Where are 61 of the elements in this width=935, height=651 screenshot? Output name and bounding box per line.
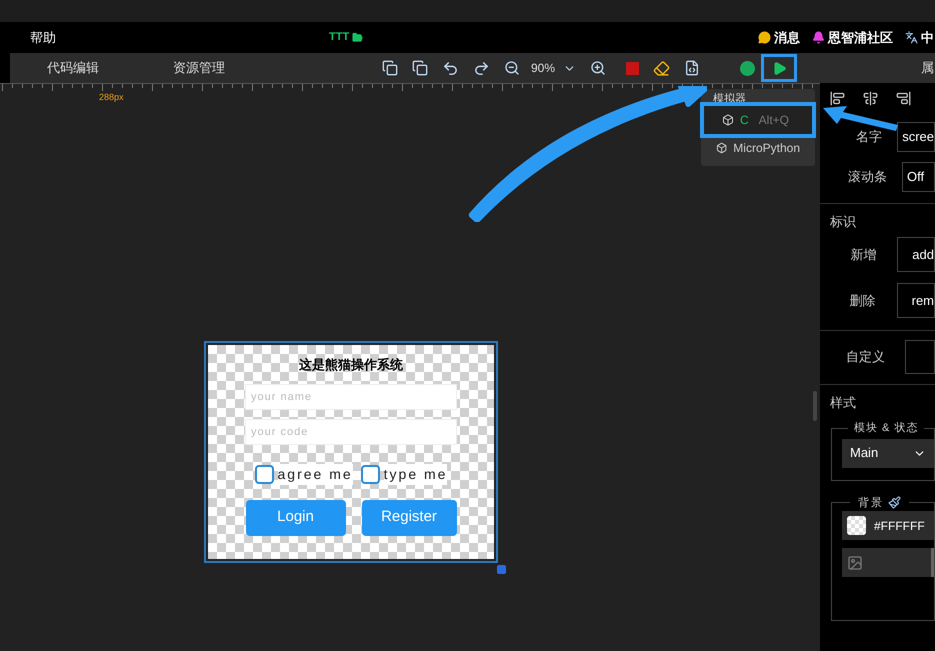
property-field[interactable]: scree [897,122,935,152]
zoom-out-icon[interactable] [504,60,520,76]
tab[interactable]: 资源管理 [173,58,225,78]
folder-icon [352,32,364,43]
resize-handle-icon[interactable] [497,565,506,574]
top-link[interactable]: 恩智浦社区 [828,28,893,48]
align-left-icon[interactable] [830,90,845,106]
background-image-field[interactable] [842,548,934,577]
scroll-handle[interactable] [813,391,817,421]
chat-icon [758,31,771,44]
field-label: 名字 [855,128,884,146]
align-right-icon[interactable] [896,90,911,106]
field-label: 自定义 [845,348,886,366]
send-back-icon[interactable] [412,60,428,76]
checkbox-label: agree me [278,464,353,484]
color-swatch-icon [847,516,866,535]
menu-item[interactable]: C Alt+Q [704,106,812,134]
top-link[interactable]: 中 [921,28,934,48]
section-title: 标识 [830,214,856,229]
bring-front-icon[interactable] [382,60,398,76]
fieldset-legend: 背景 [858,494,884,511]
brush-icon [888,496,901,510]
checkbox[interactable] [254,464,274,484]
redo-icon[interactable] [473,60,490,76]
checkbox-label: type me [384,464,448,484]
play-icon [772,60,787,76]
stop-icon[interactable] [626,62,640,74]
checkbox[interactable] [360,464,380,484]
eraser-icon[interactable] [653,60,670,76]
property-field[interactable]: Off [902,162,935,192]
translate-icon [905,31,918,44]
field-label: 删除 [848,292,877,310]
code-file-icon[interactable] [684,60,700,76]
input-field[interactable]: your code [245,418,457,444]
top-link[interactable]: 消息 [774,28,800,48]
bell-icon [812,31,825,44]
panel-title: 属 [921,59,934,78]
menu-item[interactable]: MicroPython [704,134,812,162]
tab[interactable]: 代码编辑 [47,58,99,78]
ruler-marker: 288px [99,91,124,104]
property-field[interactable] [905,340,935,374]
property-field[interactable]: add [897,237,935,272]
screen-title: 这是熊猫操作系统 [299,356,403,374]
zoom-in-icon[interactable] [590,60,606,76]
image-icon [847,554,863,570]
menu-item[interactable]: 帮助 [30,28,56,48]
field-label: 新增 [849,246,878,264]
cube-icon [716,142,728,154]
cube-icon [722,114,734,126]
section-title: 样式 [830,394,856,410]
color-field[interactable]: #FFFFFF [842,511,934,540]
part-select[interactable]: Main [842,438,934,468]
project-name: TTT [329,30,350,46]
zoom-level[interactable]: 90% [531,59,556,77]
property-field[interactable]: rem [896,283,935,318]
field-label: 滚动条 [847,168,888,186]
undo-icon[interactable] [442,60,459,76]
align-center-icon[interactable] [863,90,878,106]
run-button[interactable] [761,54,798,82]
input-field[interactable]: your name [245,384,457,410]
fieldset-legend: 模块 & 状态 [848,420,924,436]
